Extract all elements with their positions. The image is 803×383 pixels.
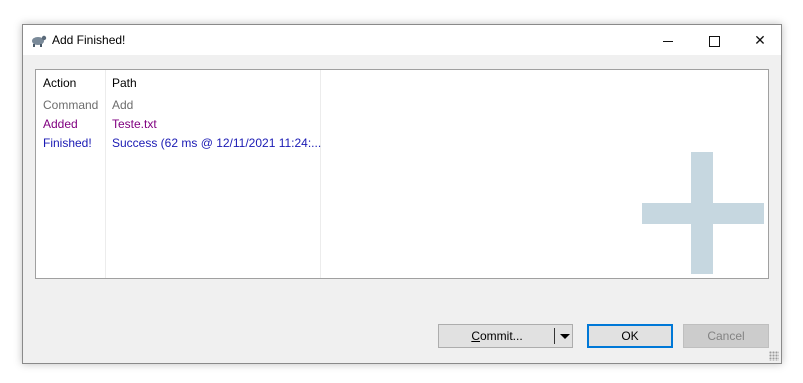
chevron-down-icon — [560, 334, 570, 339]
close-button[interactable]: ✕ — [737, 25, 783, 55]
commit-dropdown-button[interactable] — [556, 325, 573, 347]
dialog-window: Add Finished! ✕ Action Path Command Add … — [22, 24, 782, 364]
column-separator — [320, 70, 321, 278]
window-title: Add Finished! — [52, 33, 126, 47]
minimize-button[interactable] — [645, 25, 691, 55]
column-separator — [105, 70, 106, 278]
maximize-icon — [708, 35, 720, 47]
close-icon: ✕ — [754, 32, 766, 48]
row-action[interactable]: Finished! — [43, 136, 92, 150]
maximize-button[interactable] — [691, 25, 737, 55]
ok-button[interactable]: OK — [587, 324, 673, 348]
resize-grip-icon[interactable] — [769, 351, 779, 361]
column-header-action[interactable]: Action — [43, 76, 76, 90]
row-path[interactable]: Teste.txt — [112, 117, 157, 131]
row-path[interactable]: Add — [112, 98, 133, 112]
row-path[interactable]: Success (62 ms @ 12/11/2021 11:24:... — [112, 136, 321, 150]
split-divider — [554, 328, 555, 344]
cancel-button[interactable]: Cancel — [683, 324, 769, 348]
tortoise-icon — [32, 35, 47, 47]
title-bar[interactable]: Add Finished! ✕ — [23, 25, 781, 55]
plus-icon — [642, 152, 764, 274]
results-list[interactable]: Action Path Command Add Added Teste.txt … — [35, 69, 769, 279]
column-header-path[interactable]: Path — [112, 76, 137, 90]
row-action[interactable]: Added — [43, 117, 78, 131]
commit-split-button[interactable]: Commit... — [438, 324, 573, 348]
minimize-icon — [663, 40, 673, 42]
commit-button[interactable]: Commit... — [439, 325, 555, 347]
row-action[interactable]: Command — [43, 98, 98, 112]
